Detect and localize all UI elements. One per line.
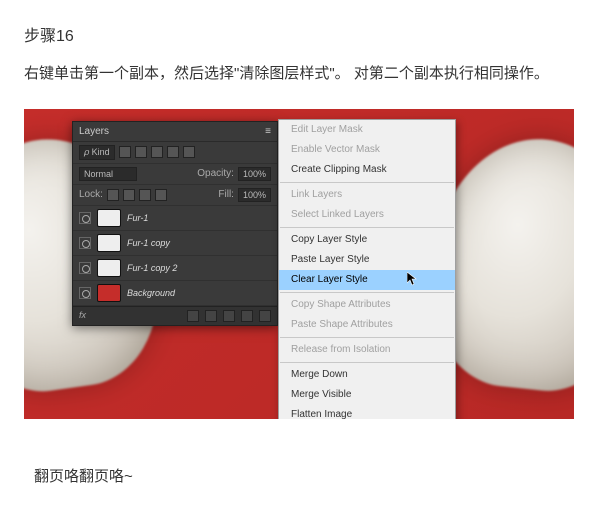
filter-icon-1[interactable]: [119, 146, 131, 158]
lock-icon-4[interactable]: [155, 189, 167, 201]
footer-btn-5[interactable]: [259, 310, 271, 322]
layer-name: Fur-1 copy: [127, 238, 170, 248]
layer-name: Fur-1: [127, 213, 148, 223]
visibility-eye-icon[interactable]: [79, 287, 91, 299]
menu-item[interactable]: Flatten Image: [279, 405, 455, 419]
visibility-eye-icon[interactable]: [79, 212, 91, 224]
menu-separator: [280, 337, 454, 338]
layer-thumbnail: [97, 209, 121, 227]
menu-item[interactable]: Merge Down: [279, 365, 455, 385]
lock-icon-3[interactable]: [139, 189, 151, 201]
panel-menu-icon[interactable]: ≡: [265, 126, 271, 137]
screenshot-canvas: Layers ≡ 𝜌 Kind Normal Opacity: 100% Loc…: [24, 109, 574, 419]
visibility-eye-icon[interactable]: [79, 262, 91, 274]
step-title: 步骤16: [24, 22, 576, 46]
layer-thumbnail: [97, 259, 121, 277]
menu-item[interactable]: Copy Layer Style: [279, 230, 455, 250]
layers-panel[interactable]: Layers ≡ 𝜌 Kind Normal Opacity: 100% Loc…: [72, 121, 278, 326]
fill-label: Fill:: [218, 189, 234, 200]
menu-item: Link Layers: [279, 185, 455, 205]
lock-icon-2[interactable]: [123, 189, 135, 201]
opacity-value[interactable]: 100%: [238, 167, 271, 181]
opacity-label: Opacity:: [197, 168, 234, 179]
step-description: 右键单击第一个副本，然后选择"清除图层样式"。 对第二个副本执行相同操作。: [24, 60, 576, 89]
fill-value[interactable]: 100%: [238, 188, 271, 202]
menu-separator: [280, 182, 454, 183]
layer-row[interactable]: Fur-1 copy 2: [73, 256, 277, 281]
filter-icon-3[interactable]: [151, 146, 163, 158]
menu-item: Enable Vector Mask: [279, 140, 455, 160]
menu-item[interactable]: Create Clipping Mask: [279, 160, 455, 180]
footer-btn-1[interactable]: [187, 310, 199, 322]
menu-separator: [280, 362, 454, 363]
lock-row: Lock: Fill: 100%: [73, 185, 277, 206]
filter-icon-2[interactable]: [135, 146, 147, 158]
layer-name: Background: [127, 288, 175, 298]
lock-icon-1[interactable]: [107, 189, 119, 201]
layers-panel-footer: fx: [73, 306, 277, 325]
layer-kind-filter[interactable]: 𝜌 Kind: [79, 145, 115, 160]
layer-list: Fur-1 Fur-1 copy Fur-1 copy 2 Background: [73, 206, 277, 306]
footer-note: 翻页咯翻页咯~: [34, 465, 576, 486]
menu-separator: [280, 292, 454, 293]
menu-item[interactable]: Merge Visible: [279, 385, 455, 405]
layers-panel-header[interactable]: Layers ≡: [73, 122, 277, 142]
menu-item: Edit Layer Mask: [279, 120, 455, 140]
layers-filter-row: 𝜌 Kind: [73, 142, 277, 164]
cursor-icon: [407, 272, 419, 291]
context-menu[interactable]: Edit Layer MaskEnable Vector MaskCreate …: [278, 119, 456, 419]
menu-item[interactable]: Clear Layer Style: [279, 270, 455, 290]
layer-thumbnail: [97, 234, 121, 252]
layer-thumbnail: [97, 284, 121, 302]
layer-row[interactable]: Background: [73, 281, 277, 306]
menu-separator: [280, 227, 454, 228]
fx-icon[interactable]: fx: [79, 310, 86, 322]
menu-item: Copy Shape Attributes: [279, 295, 455, 315]
lock-label: Lock:: [79, 189, 103, 200]
menu-item: Paste Shape Attributes: [279, 315, 455, 335]
footer-btn-3[interactable]: [223, 310, 235, 322]
blend-mode-select[interactable]: Normal: [79, 167, 137, 181]
menu-item: Release from Isolation: [279, 340, 455, 360]
visibility-eye-icon[interactable]: [79, 237, 91, 249]
menu-item: Select Linked Layers: [279, 205, 455, 225]
filter-icon-5[interactable]: [183, 146, 195, 158]
filter-icon-4[interactable]: [167, 146, 179, 158]
layer-row[interactable]: Fur-1: [73, 206, 277, 231]
layer-name: Fur-1 copy 2: [127, 263, 177, 273]
footer-btn-4[interactable]: [241, 310, 253, 322]
layers-panel-title: Layers: [79, 126, 109, 137]
layer-row[interactable]: Fur-1 copy: [73, 231, 277, 256]
menu-item[interactable]: Paste Layer Style: [279, 250, 455, 270]
blend-row: Normal Opacity: 100%: [73, 164, 277, 185]
footer-btn-2[interactable]: [205, 310, 217, 322]
